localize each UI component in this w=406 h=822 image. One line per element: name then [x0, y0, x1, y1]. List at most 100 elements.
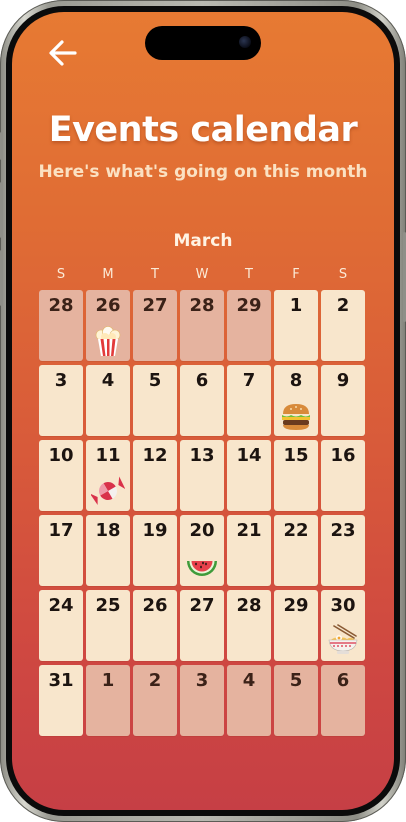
- calendar-day-cell[interactable]: 19: [133, 515, 177, 586]
- day-number: 5: [289, 670, 303, 691]
- calendar-day-cell[interactable]: 1: [86, 665, 130, 736]
- calendar-day-cell[interactable]: 3: [180, 665, 224, 736]
- weekday-label: S: [338, 267, 348, 282]
- calendar-day-cell[interactable]: 20: [180, 515, 224, 586]
- calendar-day-cell[interactable]: 18: [86, 515, 130, 586]
- calendar-day-cell[interactable]: 28: [180, 290, 224, 361]
- weekday-label: T: [245, 267, 253, 282]
- screen: Events calendar Here's what's going on t…: [12, 12, 394, 810]
- day-number: 29: [283, 595, 309, 616]
- day-number: 28: [189, 295, 215, 316]
- calendar-day-cell[interactable]: 1: [274, 290, 318, 361]
- volume-up-button: [0, 182, 3, 238]
- day-number: 3: [54, 370, 68, 391]
- day-number: 26: [95, 295, 121, 316]
- calendar-day-cell[interactable]: 29: [227, 290, 271, 361]
- calendar-day-cell[interactable]: 2: [133, 665, 177, 736]
- day-number: 19: [142, 520, 168, 541]
- day-number: 1: [101, 670, 115, 691]
- ramen-icon: [326, 624, 360, 658]
- day-number: 27: [142, 295, 168, 316]
- day-number: 21: [236, 520, 262, 541]
- day-number: 22: [283, 520, 309, 541]
- calendar-day-cell[interactable]: 23: [321, 515, 365, 586]
- day-number: 4: [242, 670, 256, 691]
- calendar-day-cell[interactable]: 31: [39, 665, 83, 736]
- day-number: 31: [48, 670, 74, 691]
- day-number: 23: [330, 520, 356, 541]
- day-number: 28: [236, 595, 262, 616]
- day-number: 3: [195, 670, 209, 691]
- day-number: 30: [330, 595, 356, 616]
- calendar-day-cell[interactable]: 27: [133, 290, 177, 361]
- calendar-day-cell[interactable]: 29: [274, 590, 318, 661]
- calendar-day-cell[interactable]: 10: [39, 440, 83, 511]
- day-number: 11: [95, 445, 121, 466]
- day-number: 13: [189, 445, 215, 466]
- calendar-day-cell[interactable]: 25: [86, 590, 130, 661]
- page-title: Events calendar: [48, 110, 358, 150]
- calendar-day-cell[interactable]: 2: [321, 290, 365, 361]
- calendar-day-cell[interactable]: 28: [39, 290, 83, 361]
- burger-icon: [279, 399, 313, 433]
- day-number: 10: [48, 445, 74, 466]
- calendar-day-cell[interactable]: 7: [227, 365, 271, 436]
- calendar-day-cell[interactable]: 6: [180, 365, 224, 436]
- day-number: 8: [289, 370, 303, 391]
- calendar-day-cell[interactable]: 13: [180, 440, 224, 511]
- action-button: [0, 132, 3, 160]
- calendar-day-cell[interactable]: 3: [39, 365, 83, 436]
- weekday-label: F: [292, 267, 300, 282]
- day-number: 6: [336, 670, 350, 691]
- calendar-day-cell[interactable]: 12: [133, 440, 177, 511]
- calendar-day-cell[interactable]: 26: [133, 590, 177, 661]
- day-number: 5: [148, 370, 162, 391]
- day-number: 29: [236, 295, 262, 316]
- calendar-day-cell[interactable]: 4: [227, 665, 271, 736]
- day-number: 7: [242, 370, 256, 391]
- day-number: 18: [95, 520, 121, 541]
- day-number: 12: [142, 445, 168, 466]
- weekday-header: S M T W T F S: [39, 267, 367, 287]
- candy-icon: [89, 474, 126, 508]
- day-number: 4: [101, 370, 115, 391]
- calendar-day-cell[interactable]: 26: [86, 290, 130, 361]
- day-number: 2: [336, 295, 350, 316]
- day-number: 1: [289, 295, 303, 316]
- calendar-day-cell[interactable]: 6: [321, 665, 365, 736]
- calendar-day-cell[interactable]: 9: [321, 365, 365, 436]
- calendar-day-cell[interactable]: 21: [227, 515, 271, 586]
- weekday-label: M: [102, 267, 114, 282]
- day-number: 6: [195, 370, 209, 391]
- calendar-day-cell[interactable]: 4: [86, 365, 130, 436]
- calendar-day-cell[interactable]: 27: [180, 590, 224, 661]
- calendar-day-cell[interactable]: 22: [274, 515, 318, 586]
- day-number: 24: [48, 595, 74, 616]
- weekday-label: S: [56, 267, 66, 282]
- calendar-day-cell[interactable]: 15: [274, 440, 318, 511]
- calendar-day-cell[interactable]: 16: [321, 440, 365, 511]
- arrow-left-icon[interactable]: [46, 38, 80, 68]
- day-number: 17: [48, 520, 74, 541]
- volume-down-button: [0, 250, 3, 306]
- day-number: 27: [189, 595, 215, 616]
- calendar-day-cell[interactable]: 24: [39, 590, 83, 661]
- calendar-day-cell[interactable]: 17: [39, 515, 83, 586]
- calendar-day-cell[interactable]: 30: [321, 590, 365, 661]
- dynamic-island: [145, 26, 261, 60]
- watermelon-icon: [185, 549, 219, 583]
- calendar-grid: 28 26 27 28 29 1 2 3 4 5 6 7 8 9 10 11 12 13 14 15 16 17 18 19 2…: [39, 290, 367, 740]
- calendar-day-cell[interactable]: 5: [274, 665, 318, 736]
- calendar-day-cell[interactable]: 11: [86, 440, 130, 511]
- day-number: 9: [336, 370, 350, 391]
- calendar-day-cell[interactable]: 5: [133, 365, 177, 436]
- calendar-day-cell[interactable]: 8: [274, 365, 318, 436]
- day-number: 15: [283, 445, 309, 466]
- day-number: 16: [330, 445, 356, 466]
- day-number: 2: [148, 670, 162, 691]
- day-number: 20: [189, 520, 215, 541]
- day-number: 25: [95, 595, 121, 616]
- calendar-day-cell[interactable]: 14: [227, 440, 271, 511]
- page-subtitle: Here's what's going on this month: [38, 162, 368, 182]
- calendar-day-cell[interactable]: 28: [227, 590, 271, 661]
